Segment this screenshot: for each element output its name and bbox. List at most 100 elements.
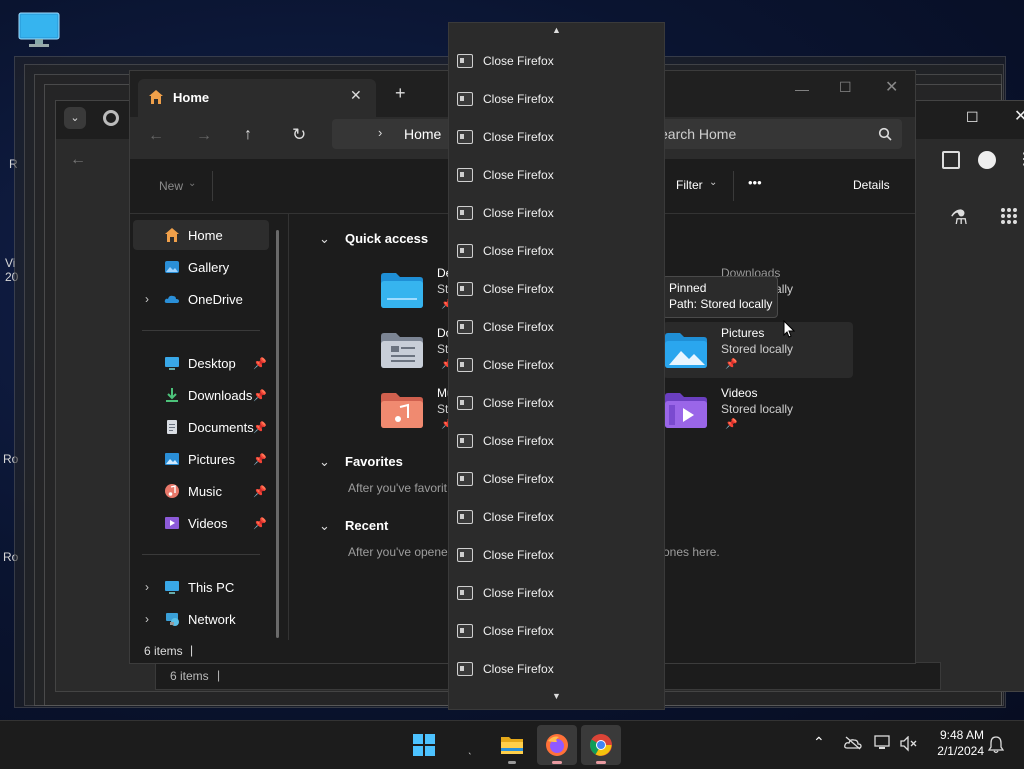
sidebar-scrollbar[interactable] — [276, 230, 279, 638]
section-quick-access[interactable]: ⌄ Quick access — [319, 231, 428, 247]
firefox-icon — [546, 734, 568, 756]
sidebar-item-label: This PC — [188, 579, 235, 595]
start-button[interactable] — [404, 725, 444, 765]
up-icon[interactable]: ↑ — [244, 126, 252, 144]
this-pc-icon — [165, 581, 179, 594]
jump-list-item-label: Close Firefox — [483, 434, 554, 448]
status-divider: | — [190, 643, 194, 657]
jump-list-item-close-firefox[interactable]: Close Firefox — [449, 498, 664, 536]
jump-list-item-close-firefox[interactable]: Close Firefox — [449, 156, 664, 194]
jump-list-item-close-firefox[interactable]: Close Firefox — [449, 384, 664, 422]
sidebar-item-network[interactable]: › Network — [133, 604, 269, 634]
jump-list-item-label: Close Firefox — [483, 624, 554, 638]
jump-list-item-close-firefox[interactable]: Close Firefox — [449, 574, 664, 612]
jump-list-item-close-firefox[interactable]: Close Firefox — [449, 650, 664, 688]
collapse-chevron-icon: ⌄ — [319, 454, 330, 469]
tab-search-chevron-icon[interactable]: ⌄ — [64, 107, 86, 129]
section-favorites[interactable]: ⌄ Favorites — [319, 454, 403, 470]
volume-muted-icon[interactable] — [900, 736, 918, 752]
chevron-down-icon: ⌄ — [188, 178, 197, 189]
jump-list-item-label: Close Firefox — [483, 510, 554, 524]
address-bar[interactable]: › Home — [332, 119, 452, 149]
jump-list-item-close-firefox[interactable]: Close Firefox — [449, 346, 664, 384]
more-vert-icon[interactable]: ⋮ — [1016, 149, 1024, 169]
sidebar-item-gallery[interactable]: Gallery — [133, 252, 269, 282]
sidebar-item-this-pc[interactable]: › This PC — [133, 572, 269, 602]
maximize-icon[interactable]: ☐ — [839, 79, 852, 96]
new-button[interactable]: New — [159, 179, 183, 193]
tab-close-icon[interactable]: ✕ — [350, 87, 362, 104]
scroll-down-icon[interactable]: ▼ — [449, 691, 664, 701]
sidebar-item-music[interactable]: Music 📌 — [133, 476, 269, 506]
labs-flask-icon[interactable]: ⚗ — [950, 205, 968, 230]
firefox-button[interactable] — [537, 725, 577, 765]
breadcrumb-home[interactable]: Home — [404, 126, 441, 142]
chrome-button[interactable] — [581, 725, 621, 765]
window-close-icon — [457, 282, 473, 296]
jump-list-item-label: Close Firefox — [483, 358, 554, 372]
onedrive-offline-icon[interactable] — [844, 736, 862, 750]
jump-list-item-close-firefox[interactable]: Close Firefox — [449, 194, 664, 232]
search-input[interactable]: earch Home — [650, 119, 902, 149]
navigation-pane: Home Gallery › OneDrive Desktop 📌 Downlo… — [130, 214, 288, 640]
pin-icon: 📌 — [253, 485, 267, 498]
pin-icon: 📌 — [725, 419, 738, 430]
clock[interactable]: 9:48 AM 2/1/2024 — [928, 728, 984, 758]
minimize-icon[interactable]: — — [795, 81, 809, 97]
this-pc-desktop-icon[interactable] — [18, 12, 60, 48]
refresh-icon[interactable]: ↻ — [292, 125, 306, 145]
scroll-up-icon[interactable]: ▲ — [449, 25, 664, 35]
expand-chevron-icon[interactable]: › — [145, 580, 149, 594]
window-close-icon — [457, 92, 473, 106]
details-button[interactable]: Details — [853, 178, 890, 192]
back-icon[interactable]: ← — [148, 127, 164, 145]
pictures-folder-icon — [665, 333, 707, 368]
back-icon[interactable]: ← — [70, 151, 86, 169]
jump-list-item-close-firefox[interactable]: Close Firefox — [449, 232, 664, 270]
close-icon[interactable]: ✕ — [1014, 106, 1024, 126]
jump-list-item-close-firefox[interactable]: Close Firefox — [449, 612, 664, 650]
sidebar-item-videos[interactable]: Videos 📌 — [133, 508, 269, 538]
side-panel-icon[interactable] — [942, 151, 960, 169]
jump-list-item-close-firefox[interactable]: Close Firefox — [449, 422, 664, 460]
folder-tile-pictures[interactable]: Pictures Stored locally 📌 — [663, 322, 853, 378]
jump-list-item-close-firefox[interactable]: Close Firefox — [449, 536, 664, 574]
recent-empty-hint: After you've opene — [348, 545, 448, 559]
jump-list-item-close-firefox[interactable]: Close Firefox — [449, 270, 664, 308]
maximize-icon[interactable]: ☐ — [966, 109, 979, 126]
sidebar-item-label: Gallery — [188, 259, 230, 275]
expand-chevron-icon[interactable]: › — [145, 292, 149, 306]
forward-icon[interactable]: → — [196, 127, 212, 145]
search-button[interactable]: ˎ — [452, 725, 492, 765]
chevron-down-icon: ⌄ — [709, 177, 718, 188]
jump-list-item-close-firefox[interactable]: Close Firefox — [449, 80, 664, 118]
sidebar-item-documents[interactable]: Documents 📌 — [133, 412, 269, 442]
jump-list-item-close-firefox[interactable]: Close Firefox — [449, 308, 664, 346]
pin-icon: 📌 — [253, 389, 267, 402]
jump-list-item-close-firefox[interactable]: Close Firefox — [449, 460, 664, 498]
expand-chevron-icon[interactable]: › — [145, 612, 149, 626]
tab-home[interactable]: Home ✕ — [138, 79, 376, 117]
jump-list-item-label: Close Firefox — [483, 472, 554, 486]
sidebar-item-label: Documents — [188, 419, 254, 435]
new-tab-button[interactable]: + — [395, 83, 406, 104]
sidebar-item-desktop[interactable]: Desktop 📌 — [133, 348, 269, 378]
notification-bell-icon[interactable] — [988, 736, 1004, 754]
network-status-icon[interactable] — [874, 735, 892, 751]
file-explorer-button[interactable] — [492, 725, 532, 765]
jump-list-item-close-firefox[interactable]: Close Firefox — [449, 42, 664, 80]
jump-list-item-close-firefox[interactable]: Close Firefox — [449, 118, 664, 156]
sidebar-item-home[interactable]: Home — [133, 220, 269, 250]
show-hidden-icons-chevron-icon[interactable]: ⌃ — [813, 734, 825, 751]
close-icon[interactable]: ✕ — [885, 77, 898, 97]
sidebar-item-downloads[interactable]: Downloads 📌 — [133, 380, 269, 410]
filter-button[interactable]: Filter — [676, 178, 703, 192]
window-close-icon — [457, 244, 473, 258]
apps-grid-icon[interactable] — [1000, 207, 1018, 230]
section-recent[interactable]: ⌄ Recent — [319, 518, 388, 534]
profile-avatar-icon[interactable] — [978, 151, 996, 169]
see-more-button[interactable]: ••• — [748, 175, 762, 190]
sidebar-item-onedrive[interactable]: › OneDrive — [133, 284, 269, 314]
folder-tile-videos[interactable]: Videos Stored locally 📌 — [663, 382, 853, 438]
sidebar-item-pictures[interactable]: Pictures 📌 — [133, 444, 269, 474]
